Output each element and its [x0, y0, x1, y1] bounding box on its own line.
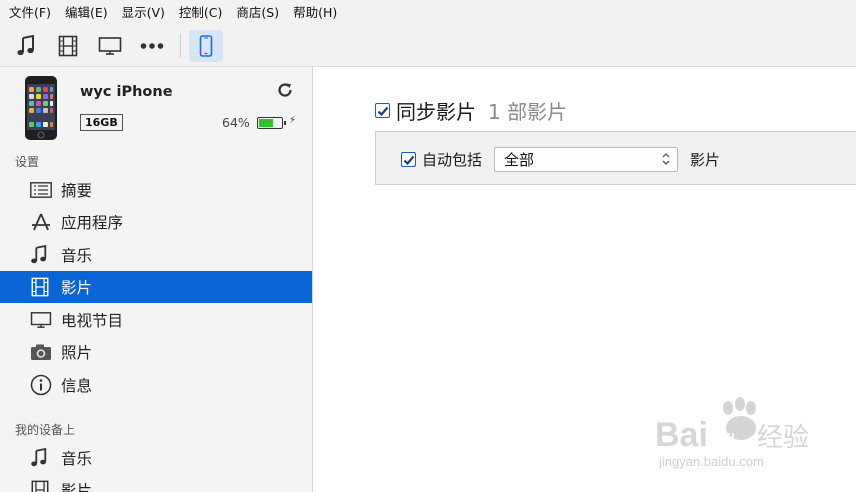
sidebar-item-apps[interactable]: 应用程序 [0, 206, 312, 238]
tv-icon [30, 309, 56, 331]
sidebar-item-label: 电视节目 [61, 312, 124, 330]
watermark-brand: Bai [655, 416, 708, 454]
device-name: wyc iPhone [80, 84, 173, 100]
music-note-icon [30, 244, 56, 266]
apps-icon [30, 211, 56, 233]
auto-include-row: 自动包括 全部 影片 [401, 147, 720, 172]
on-device-section-label: 我的设备上 [15, 423, 76, 437]
watermark-jingyan: 经验 [757, 423, 809, 453]
device-button[interactable] [189, 30, 223, 62]
film-icon [58, 35, 78, 57]
more-icon [140, 42, 164, 50]
sidebar-item-label: 摘要 [61, 182, 93, 200]
auto-include-checkbox[interactable] [401, 152, 416, 167]
auto-include-suffix: 影片 [690, 151, 721, 169]
capacity-badge: 16GB [80, 114, 123, 131]
sidebar-item-movies[interactable]: 影片 [0, 271, 312, 303]
menu-controls[interactable]: 控制(C) [172, 0, 229, 25]
tv-icon [98, 36, 122, 56]
music-library-button[interactable] [9, 30, 43, 62]
auto-include-panel: 自动包括 全部 影片 [375, 131, 856, 185]
sidebar-item-info[interactable]: 信息 [0, 369, 312, 401]
sidebar-item-tv-shows[interactable]: 电视节目 [0, 304, 312, 336]
select-chevron-icon [661, 151, 671, 171]
sidebar-item-summary[interactable]: 摘要 [0, 174, 312, 206]
sidebar-item-label: 影片 [61, 279, 93, 297]
menu-bar: 文件(F) 编辑(E) 显示(V) 控制(C) 商店(S) 帮助(H) [0, 0, 856, 25]
camera-icon [30, 341, 56, 363]
auto-include-value: 全部 [504, 151, 535, 169]
toolbar-divider [180, 34, 181, 58]
sidebar-item-device-music[interactable]: 音乐 [0, 442, 312, 474]
film-icon [30, 276, 56, 298]
sync-movies-label: 同步影片 [396, 100, 476, 124]
movie-count: 1 部影片 [488, 100, 568, 124]
battery-level-fill [259, 119, 273, 127]
watermark-du: du [719, 428, 735, 443]
sidebar-item-photos[interactable]: 照片 [0, 336, 312, 368]
music-note-icon [30, 447, 56, 469]
sidebar-item-music[interactable]: 音乐 [0, 239, 312, 271]
sync-movies-checkbox[interactable] [375, 103, 390, 118]
iphone-thumbnail [24, 75, 58, 145]
menu-view[interactable]: 显示(V) [115, 0, 172, 25]
sidebar-item-device-movies[interactable]: 影片 [0, 474, 312, 492]
menu-edit[interactable]: 编辑(E) [58, 0, 115, 25]
auto-include-select[interactable]: 全部 [494, 147, 679, 172]
baidu-jingyan-watermark: Bai du 经验 jingyan.baidu.com [655, 396, 825, 476]
battery-percent: 64% [222, 115, 250, 130]
toolbar [0, 25, 856, 67]
movies-library-button[interactable] [51, 30, 85, 62]
more-button[interactable] [135, 30, 169, 62]
iphone-icon [199, 35, 213, 57]
auto-include-label: 自动包括 [422, 151, 483, 169]
sync-movies-header: 同步影片 1 部影片 [375, 96, 567, 125]
sidebar-item-label: 影片 [61, 482, 93, 492]
info-icon [30, 374, 56, 396]
settings-section-label: 设置 [15, 155, 40, 169]
watermark-url: jingyan.baidu.com [658, 454, 764, 469]
music-note-icon [16, 35, 36, 57]
sidebar-item-label: 照片 [61, 344, 93, 362]
sidebar-item-label: 音乐 [61, 247, 93, 265]
sidebar-item-label: 信息 [61, 377, 93, 395]
sidebar-item-label: 音乐 [61, 450, 93, 468]
device-summary[interactable]: wyc iPhone 16GB 64% ⚡ [0, 67, 312, 149]
charging-bolt-icon: ⚡ [289, 115, 297, 126]
sidebar: wyc iPhone 16GB 64% ⚡ 设置 摘要 应用程序 音乐 影片 电… [0, 67, 313, 492]
menu-file[interactable]: 文件(F) [2, 0, 58, 25]
sync-icon[interactable] [276, 81, 294, 103]
menu-help[interactable]: 帮助(H) [286, 0, 344, 25]
tv-library-button[interactable] [93, 30, 127, 62]
menu-store[interactable]: 商店(S) [229, 0, 286, 25]
summary-list-icon [30, 179, 56, 201]
film-icon [30, 479, 56, 492]
sidebar-item-label: 应用程序 [61, 214, 124, 232]
battery-icon [257, 117, 286, 129]
